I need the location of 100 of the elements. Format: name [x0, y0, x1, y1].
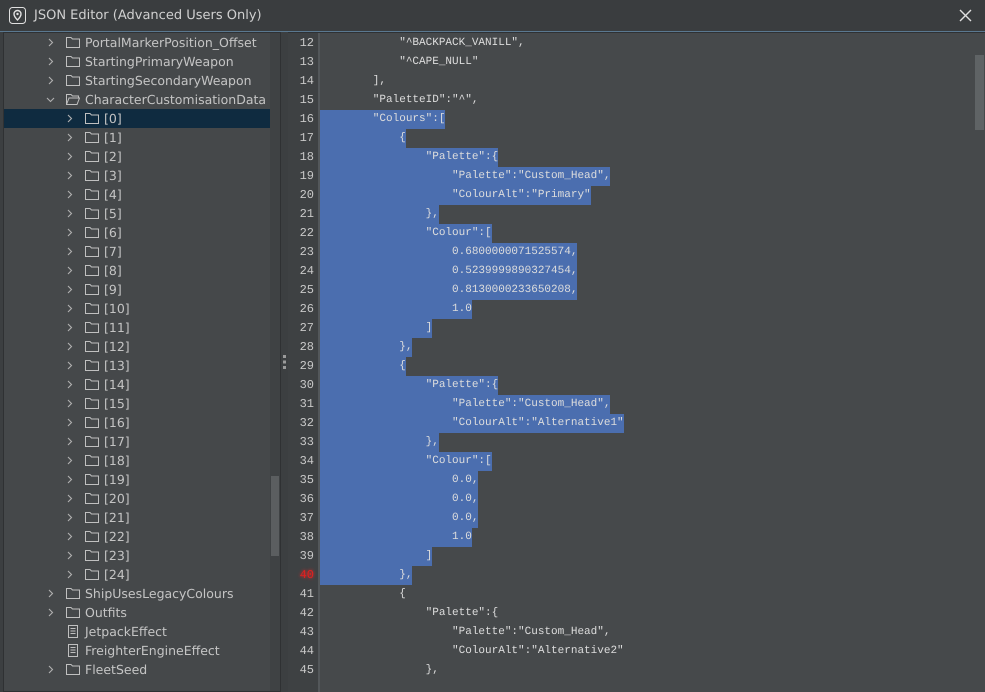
tree-item[interactable]: [10]	[104, 301, 130, 316]
line-number: 33	[298, 434, 315, 451]
line-number: 38	[298, 529, 315, 546]
tree-row[interactable]: FreighterEngineEffect	[4, 641, 270, 660]
line-number: 22	[298, 225, 315, 242]
tree-row[interactable]: StartingSecondaryWeapon	[4, 71, 270, 90]
tree-item[interactable]: PortalMarkerPosition_Offset	[85, 35, 257, 50]
tree-row[interactable]: Outfits	[4, 603, 270, 622]
line-number: 43	[298, 624, 315, 641]
tree-row[interactable]: [13]	[4, 356, 270, 375]
window-title: JSON Editor (Advanced Users Only)	[34, 8, 263, 23]
tree-row[interactable]: [23]	[4, 546, 270, 565]
tree-item[interactable]: [20]	[104, 491, 130, 506]
tree-row[interactable]: ShipUsesLegacyColours	[4, 584, 270, 603]
tree-row[interactable]: [21]	[4, 508, 270, 527]
code-line: "ColourAlt":"Alternative2"	[451, 644, 624, 659]
folder-icon	[85, 397, 99, 410]
tree-row[interactable]: FleetSeed	[4, 660, 270, 679]
tree-row[interactable]: [11]	[4, 318, 270, 337]
tree-row[interactable]: [7]	[4, 242, 270, 261]
tree-item[interactable]: [22]	[104, 529, 130, 544]
tree-row[interactable]: [14]	[4, 375, 270, 394]
folder-icon	[66, 74, 80, 87]
line-number: 14	[298, 73, 315, 90]
tree-item[interactable]: FleetSeed	[85, 662, 148, 677]
tree-row[interactable]: [18]	[4, 451, 270, 470]
tree-row[interactable]: JetpackEffect	[4, 622, 270, 641]
folder-icon	[85, 454, 99, 467]
tree-item[interactable]: [18]	[104, 453, 130, 468]
tree-item[interactable]: StartingPrimaryWeapon	[85, 54, 234, 69]
tree-row[interactable]: CharacterCustomisationData	[4, 90, 270, 109]
tree-item[interactable]: [9]	[104, 282, 122, 297]
line-number: 39	[298, 548, 315, 565]
tree-row[interactable]: [1]	[4, 128, 270, 147]
line-number: 19	[298, 168, 315, 185]
tree-item[interactable]: [17]	[104, 434, 130, 449]
tree-row[interactable]: [8]	[4, 261, 270, 280]
tree-row[interactable]: PortalMarkerPosition_Offset	[4, 33, 270, 52]
tree-row[interactable]: [6]	[4, 223, 270, 242]
tree-row[interactable]: [16]	[4, 413, 270, 432]
tree-item[interactable]: [19]	[104, 472, 130, 487]
open-folder-icon	[66, 93, 80, 106]
tree-row[interactable]: [2]	[4, 147, 270, 166]
line-number: 15	[298, 92, 315, 109]
splitter-grip-icon[interactable]	[283, 355, 286, 369]
tree-row[interactable]: [17]	[4, 432, 270, 451]
tree-item[interactable]: [21]	[104, 510, 130, 525]
tree-row[interactable]: [3]	[4, 166, 270, 185]
tree-item[interactable]: [14]	[104, 377, 130, 392]
line-number: 16	[298, 111, 315, 128]
tree-item[interactable]: [2]	[104, 149, 122, 164]
tree-item[interactable]: [3]	[104, 168, 122, 183]
tree-row[interactable]: [19]	[4, 470, 270, 489]
tree-item[interactable]: StartingSecondaryWeapon	[85, 73, 252, 88]
folder-icon	[85, 131, 99, 144]
tree-item[interactable]: [23]	[104, 548, 130, 563]
tree-item[interactable]: [8]	[104, 263, 122, 278]
line-number: 26	[298, 301, 315, 318]
tree-row[interactable]: [10]	[4, 299, 270, 318]
tree-item[interactable]: [13]	[104, 358, 130, 373]
line-number: 27	[298, 320, 315, 337]
folder-icon	[85, 321, 99, 334]
tree-row[interactable]: [0]	[4, 109, 270, 128]
tree-item[interactable]: [1]	[104, 130, 122, 145]
tree-item[interactable]: ShipUsesLegacyColours	[85, 586, 234, 601]
tree-row[interactable]: [12]	[4, 337, 270, 356]
tree-row[interactable]: [4]	[4, 185, 270, 204]
folder-icon	[85, 416, 99, 429]
scrollbar[interactable]	[270, 33, 280, 691]
tree-row[interactable]: [20]	[4, 489, 270, 508]
line-number: 42	[298, 605, 315, 622]
tree-item[interactable]: [11]	[104, 320, 130, 335]
folder-icon	[85, 264, 99, 277]
line-number: 44	[298, 643, 315, 660]
tree-item[interactable]: [24]	[104, 567, 130, 582]
tree-item[interactable]: [0]	[104, 111, 122, 126]
tree-item[interactable]: [15]	[104, 396, 130, 411]
line-number: 35	[298, 472, 315, 489]
tree-item[interactable]: CharacterCustomisationData	[85, 92, 266, 107]
tree-item[interactable]: [16]	[104, 415, 130, 430]
tree-item[interactable]: [12]	[104, 339, 130, 354]
tree-row[interactable]: [22]	[4, 527, 270, 546]
tree-item[interactable]: [5]	[104, 206, 122, 221]
tree-item[interactable]: [6]	[104, 225, 122, 240]
tree-row[interactable]: [9]	[4, 280, 270, 299]
tree-item[interactable]: JetpackEffect	[85, 624, 167, 639]
tree-item[interactable]: [4]	[104, 187, 122, 202]
tree-row[interactable]: StartingPrimaryWeapon	[4, 52, 270, 71]
line-number: 40	[298, 567, 315, 584]
folder-icon	[85, 568, 99, 581]
code-line: ],	[372, 74, 386, 89]
line-number: 45	[298, 662, 315, 679]
tree-item[interactable]: Outfits	[85, 605, 127, 620]
folder-icon	[85, 245, 99, 258]
tree-row[interactable]: [15]	[4, 394, 270, 413]
line-number: 12	[298, 35, 315, 52]
tree-row[interactable]: [5]	[4, 204, 270, 223]
tree-item[interactable]: [7]	[104, 244, 122, 259]
tree-row[interactable]: [24]	[4, 565, 270, 584]
tree-item[interactable]: FreighterEngineEffect	[85, 643, 220, 658]
